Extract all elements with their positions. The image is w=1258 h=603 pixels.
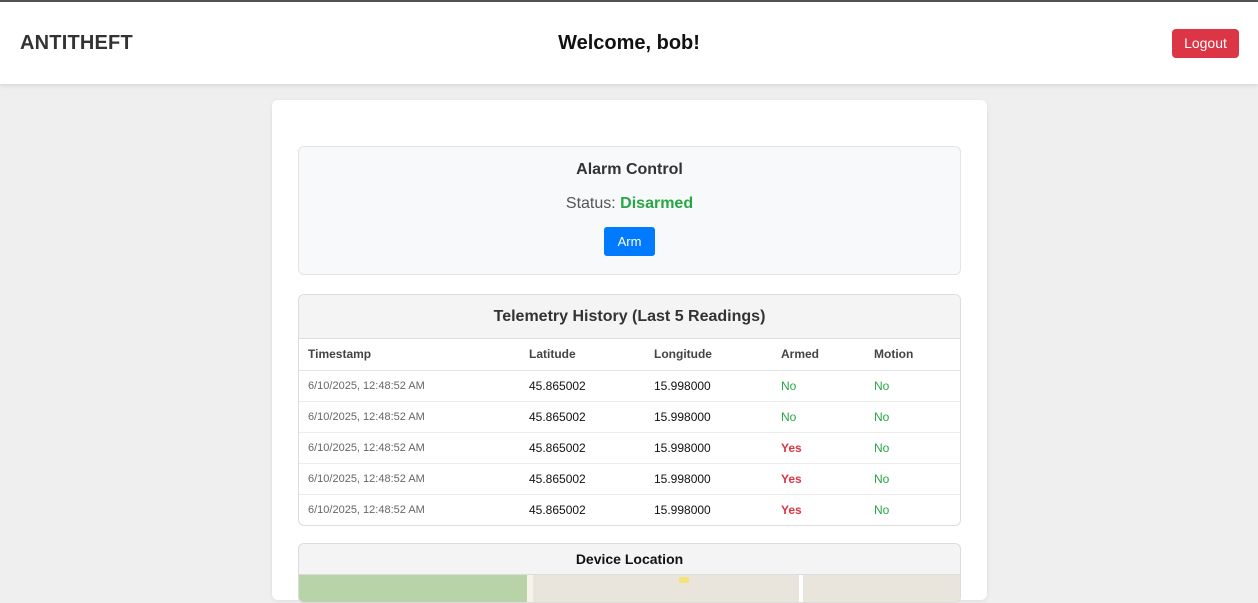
arm-button[interactable]: Arm — [604, 227, 655, 256]
cell-latitude: 45.865002 — [529, 502, 586, 517]
alarm-status: Status: Disarmed — [299, 195, 960, 213]
alarm-control-panel: Alarm Control Status: Disarmed Arm — [298, 146, 961, 275]
cell-timestamp: 6/10/2025, 12:48:52 AM — [308, 503, 425, 516]
logout-button[interactable]: Logout — [1172, 28, 1239, 58]
device-location-panel: Device Location — [298, 543, 961, 603]
cell-armed: Yes — [781, 502, 802, 517]
cell-armed: Yes — [772, 432, 865, 464]
cell-timestamp: 6/10/2025, 12:48:52 AM — [299, 463, 520, 495]
cell-motion: No — [865, 370, 960, 402]
map-green-area — [299, 575, 529, 602]
cell-latitude: 45.865002 — [520, 370, 645, 402]
table-row: 6/10/2025, 12:48:52 AM 45.865002 15.9980… — [299, 401, 960, 433]
device-location-title: Device Location — [299, 544, 960, 575]
column-header-latitude: Latitude — [520, 339, 645, 371]
map-road — [527, 575, 533, 602]
cell-longitude: 15.998000 — [645, 370, 772, 402]
map-road-marker — [679, 577, 689, 583]
telemetry-table: Timestamp Latitude Longitude Armed Motio… — [299, 339, 960, 525]
map-road — [799, 575, 803, 602]
telemetry-history-panel: Telemetry History (Last 5 Readings) Time… — [298, 294, 961, 526]
brand-logo: ANTITHEFT — [20, 31, 133, 54]
table-row: 6/10/2025, 12:48:52 AM 45.865002 15.9980… — [299, 432, 960, 464]
column-header-longitude: Longitude — [645, 339, 772, 371]
table-row: 6/10/2025, 12:48:52 AM 45.865002 15.9980… — [299, 494, 960, 525]
column-header-motion: Motion — [865, 339, 960, 371]
column-header-timestamp: Timestamp — [299, 339, 520, 371]
column-header-armed: Armed — [772, 339, 865, 371]
table-row: 6/10/2025, 12:48:52 AM 45.865002 15.9980… — [299, 370, 960, 402]
table-header-row: Timestamp Latitude Longitude Armed Motio… — [299, 339, 960, 371]
welcome-message: Welcome, bob! — [558, 31, 700, 54]
cell-longitude: 15.998000 — [645, 432, 772, 464]
cell-motion: No — [874, 502, 890, 517]
table-row: 6/10/2025, 12:48:52 AM 45.865002 15.9980… — [299, 463, 960, 495]
cell-longitude: 15.998000 — [654, 502, 711, 517]
app-header: ANTITHEFT Welcome, bob! Logout — [0, 2, 1258, 84]
cell-timestamp: 6/10/2025, 12:48:52 AM — [299, 432, 520, 464]
status-label: Status: — [565, 195, 616, 212]
cell-longitude: 15.998000 — [645, 463, 772, 495]
cell-latitude: 45.865002 — [520, 463, 645, 495]
cell-armed: No — [772, 370, 865, 402]
cell-timestamp: 6/10/2025, 12:48:52 AM — [299, 370, 520, 402]
cell-latitude: 45.865002 — [520, 401, 645, 433]
cell-motion: No — [865, 463, 960, 495]
telemetry-title: Telemetry History (Last 5 Readings) — [299, 295, 960, 339]
cell-motion: No — [865, 432, 960, 464]
cell-armed: No — [772, 401, 865, 433]
cell-armed: Yes — [772, 463, 865, 495]
status-value: Disarmed — [620, 195, 694, 212]
cell-timestamp: 6/10/2025, 12:48:52 AM — [299, 401, 520, 433]
dashboard-card: Alarm Control Status: Disarmed Arm Telem… — [272, 100, 987, 603]
location-map[interactable] — [299, 575, 960, 602]
alarm-control-title: Alarm Control — [576, 161, 683, 178]
cell-longitude: 15.998000 — [645, 401, 772, 433]
cell-motion: No — [865, 401, 960, 433]
cell-latitude: 45.865002 — [520, 432, 645, 464]
